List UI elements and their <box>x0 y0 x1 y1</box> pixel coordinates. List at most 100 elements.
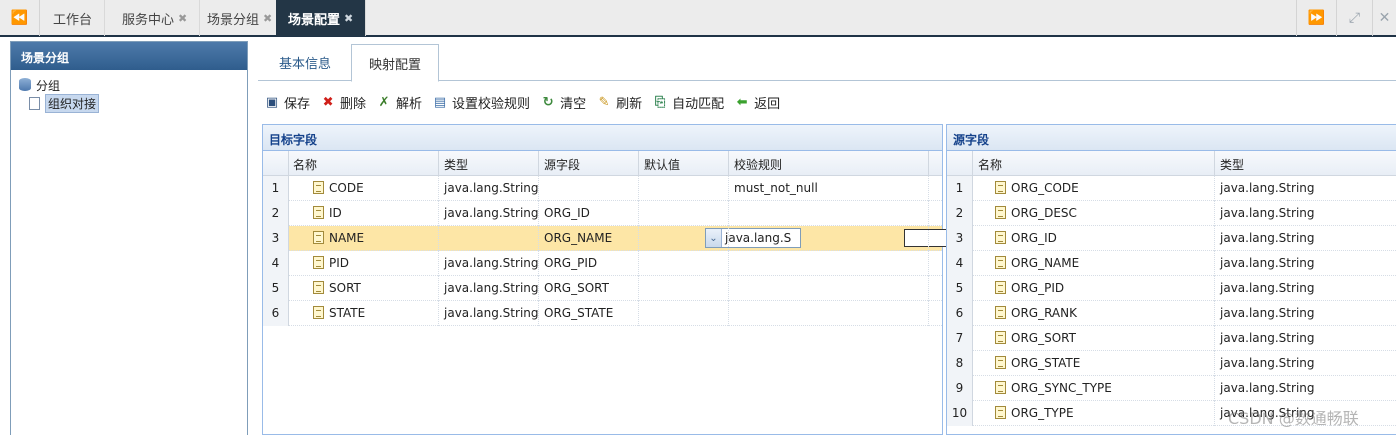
col-header-type[interactable]: 类型 <box>439 151 539 176</box>
cell-type[interactable]: java.lang.String <box>1215 176 1396 201</box>
tab-basic-info[interactable]: 基本信息 <box>264 44 346 81</box>
cell-default[interactable] <box>639 226 729 251</box>
table-row[interactable]: 6 STATE java.lang.String ORG_STATE <box>263 301 942 326</box>
col-header-default[interactable]: 默认值 <box>639 151 729 176</box>
parse-button[interactable]: ✗ 解析 <box>376 93 422 112</box>
clear-button[interactable]: ↻ 清空 <box>540 93 586 112</box>
table-row[interactable]: 8 ORG_STATE java.lang.String <box>947 351 1396 376</box>
cell-type[interactable]: java.lang.String <box>1215 351 1396 376</box>
cell-name[interactable]: ORG_STATE <box>973 351 1215 376</box>
table-row[interactable]: 4 ORG_NAME java.lang.String <box>947 251 1396 276</box>
cell-source[interactable]: ORG_NAME <box>539 226 639 251</box>
cell-type[interactable]: java.lang.String <box>439 276 539 301</box>
col-header-source[interactable]: 源字段 <box>539 151 639 176</box>
close-icon[interactable]: ✖ <box>263 12 272 25</box>
delete-button[interactable]: ✖ 删除 <box>320 93 366 112</box>
col-header-rule[interactable]: 校验规则 <box>729 151 929 176</box>
table-row[interactable]: 3 NAME ⌄ java.lang.S ORG_NAME <box>263 226 989 251</box>
cell-type[interactable]: java.lang.String <box>1215 276 1396 301</box>
cell-name[interactable]: ORG_RANK <box>973 301 1215 326</box>
scroll-right-icon[interactable]: ⏩ <box>1296 0 1336 36</box>
cell-type[interactable]: java.lang.String <box>1215 376 1396 401</box>
table-row[interactable]: 2 ID java.lang.String ORG_ID <box>263 201 942 226</box>
refresh-button[interactable]: ✎ 刷新 <box>596 93 642 112</box>
cell-name[interactable]: ORG_SORT <box>973 326 1215 351</box>
cell-name[interactable]: ORG_DESC <box>973 201 1215 226</box>
refresh-icon: ✎ <box>598 94 610 110</box>
set-rules-button[interactable]: ▤ 设置校验规则 <box>432 93 530 112</box>
cell-text: ORG_SYNC_TYPE <box>1011 381 1112 395</box>
tab-workbench[interactable]: 工作台 <box>41 0 106 36</box>
table-row[interactable]: 7 ORG_SORT java.lang.String <box>947 326 1396 351</box>
cell-type[interactable]: java.lang.String <box>1215 301 1396 326</box>
cell-name[interactable]: PID <box>289 251 439 276</box>
cell-rule[interactable]: must_not_null <box>729 176 929 201</box>
cell-rule[interactable] <box>729 251 929 276</box>
cell-name[interactable]: ID <box>289 201 439 226</box>
cell-type[interactable]: java.lang.String <box>1215 326 1396 351</box>
cell-name[interactable]: ORG_CODE <box>973 176 1215 201</box>
cell-default[interactable] <box>639 176 729 201</box>
cell-rule[interactable] <box>729 276 929 301</box>
table-row[interactable]: 3 ORG_ID java.lang.String <box>947 226 1396 251</box>
table-row[interactable]: 2 ORG_DESC java.lang.String <box>947 201 1396 226</box>
cell-type[interactable]: java.lang.String <box>1215 226 1396 251</box>
tab-scene-config[interactable]: 场景配置 ✖ <box>276 0 367 36</box>
cell-name[interactable]: ORG_SYNC_TYPE <box>973 376 1215 401</box>
save-button[interactable]: ▣ 保存 <box>264 93 310 112</box>
close-icon[interactable]: ✖ <box>344 12 353 25</box>
col-header-type[interactable]: 类型 <box>1215 151 1396 176</box>
button-label: 返回 <box>754 96 781 112</box>
cell-type[interactable]: java.lang.String <box>439 251 539 276</box>
cell-type[interactable]: java.lang.String <box>439 201 539 226</box>
cell-default[interactable] <box>639 276 729 301</box>
cell-source[interactable] <box>539 176 639 201</box>
cell-source[interactable]: ORG_ID <box>539 201 639 226</box>
cell-type[interactable] <box>439 226 539 251</box>
tab-scene-group[interactable]: 场景分组 ✖ <box>195 0 286 36</box>
cell-text: ORG_RANK <box>1011 306 1077 320</box>
back-button[interactable]: ⬅ 返回 <box>734 93 780 112</box>
tab-service-center[interactable]: 服务中心 ✖ <box>110 0 201 36</box>
table-row[interactable]: 1 CODE java.lang.String must_not_null <box>263 176 942 201</box>
col-header-name[interactable]: 名称 <box>973 151 1215 176</box>
table-row[interactable]: 9 ORG_SYNC_TYPE java.lang.String <box>947 376 1396 401</box>
cell-default[interactable] <box>639 201 729 226</box>
field-icon <box>995 256 1006 269</box>
auto-match-button[interactable]: ⎘ 自动匹配 <box>652 93 724 112</box>
row-number: 1 <box>263 176 289 201</box>
table-row[interactable]: 6 ORG_RANK java.lang.String <box>947 301 1396 326</box>
tree-node-child[interactable]: 组织对接 <box>19 93 239 113</box>
cell-default[interactable] <box>639 251 729 276</box>
close-all-icon[interactable]: ✕ <box>1372 0 1396 36</box>
cell-default[interactable] <box>639 301 729 326</box>
cell-name[interactable]: ORG_PID <box>973 276 1215 301</box>
tree-node-root[interactable]: 分组 <box>19 76 239 94</box>
cell-source[interactable]: ORG_PID <box>539 251 639 276</box>
cell-rule[interactable] <box>729 226 929 251</box>
table-row[interactable]: 5 ORG_PID java.lang.String <box>947 276 1396 301</box>
cell-rule[interactable] <box>729 201 929 226</box>
cell-type[interactable]: java.lang.String <box>1215 251 1396 276</box>
cell-name[interactable]: CODE <box>289 176 439 201</box>
col-header-name[interactable]: 名称 <box>289 151 439 176</box>
cell-rule[interactable] <box>729 301 929 326</box>
scroll-left-icon[interactable]: ⏪ <box>0 0 40 36</box>
cell-name[interactable]: STATE <box>289 301 439 326</box>
cell-name[interactable]: SORT <box>289 276 439 301</box>
tab-mapping-config[interactable]: 映射配置 <box>351 44 439 82</box>
cell-type[interactable]: java.lang.String <box>439 301 539 326</box>
cell-type[interactable]: java.lang.String <box>439 176 539 201</box>
table-row[interactable]: 1 ORG_CODE java.lang.String <box>947 176 1396 201</box>
cell-source[interactable]: ORG_STATE <box>539 301 639 326</box>
cell-source[interactable]: ORG_SORT <box>539 276 639 301</box>
cell-name[interactable]: ORG_NAME <box>973 251 1215 276</box>
cell-name[interactable]: ORG_TYPE <box>973 401 1215 426</box>
table-row[interactable]: 5 SORT java.lang.String ORG_SORT <box>263 276 942 301</box>
cell-name[interactable]: NAME <box>289 226 439 251</box>
cell-name[interactable]: ORG_ID <box>973 226 1215 251</box>
table-row[interactable]: 4 PID java.lang.String ORG_PID <box>263 251 942 276</box>
close-icon[interactable]: ✖ <box>178 12 187 25</box>
fullscreen-icon[interactable]: ⤢ <box>1336 0 1372 36</box>
cell-type[interactable]: java.lang.String <box>1215 201 1396 226</box>
